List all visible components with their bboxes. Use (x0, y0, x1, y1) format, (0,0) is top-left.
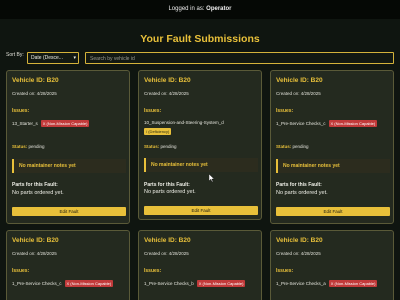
issue-name: 1_Pre-Service Checks_b (144, 281, 194, 286)
issue-name: 10_Suspension-and-Steering-System_d (144, 120, 224, 125)
issue-row: 13_Starter_s X (Non-Mission Capable) (12, 120, 90, 127)
parts-value: No parts ordered yet. (12, 190, 64, 196)
issues-heading: Issues: (12, 268, 30, 274)
edit-fault-button[interactable]: Edit Fault (144, 206, 258, 215)
vehicle-id: Vehicle ID: B20 (276, 77, 323, 84)
created-date: Created on: 4/28/2025 (12, 251, 57, 256)
edit-fault-button[interactable]: Edit Fault (12, 207, 126, 216)
maintainer-notes: No maintainer notes yet (144, 158, 258, 172)
parts-value: No parts ordered yet. (276, 190, 328, 196)
parts-heading: Parts for this Fault: (12, 182, 58, 188)
issues-heading: Issues: (12, 108, 30, 114)
issues-heading: Issues: (276, 268, 294, 274)
parts-heading: Parts for this Fault: (276, 182, 322, 188)
issues-heading: Issues: (144, 108, 162, 114)
status-label: Status: (144, 144, 160, 149)
status-value: pending (292, 144, 309, 149)
sort-label: Sort By: (6, 52, 24, 58)
issue-row: 1_Pre-Service Checks_c X (Non-Mission Ca… (12, 280, 114, 287)
issue-row: 10_Suspension-and-Steering-System_d (144, 120, 224, 125)
created-date: Created on: 4/28/2025 (12, 91, 57, 96)
fault-card: Vehicle ID: B20 Created on: 4/28/2025 Is… (270, 70, 394, 224)
sort-select[interactable]: Date (Desce... ▾ (27, 52, 79, 64)
issue-name: 1_Pre-Service Checks_c (12, 281, 62, 286)
status-value: pending (160, 144, 177, 149)
vehicle-id: Vehicle ID: B20 (144, 77, 191, 84)
issues-heading: Issues: (276, 108, 294, 114)
status-badge: X (Non-Mission Capable) (328, 120, 378, 127)
fault-card: Vehicle ID: B20 Created on: 4/28/2025 Is… (6, 230, 130, 300)
status-badge: X (Non-Mission Capable) (328, 280, 378, 287)
status-badge: / (Deficiency) (144, 128, 172, 135)
created-date: Created on: 4/28/2025 (144, 251, 189, 256)
search-input[interactable]: Search by vehicle id (85, 52, 394, 64)
mouse-cursor-icon (209, 174, 215, 182)
sort-select-value: Date (Desce... (31, 55, 63, 61)
status-value: pending (28, 144, 45, 149)
logged-in-prefix: Logged in as: (168, 6, 207, 12)
fault-card: Vehicle ID: B20 Created on: 4/28/2025 Is… (6, 70, 130, 224)
parts-heading: Parts for this Fault: (144, 182, 190, 188)
fault-card: Vehicle ID: B20 Created on: 4/28/2025 Is… (138, 230, 262, 300)
status-label: Status: (276, 144, 292, 149)
edit-fault-button[interactable]: Edit Fault (276, 207, 390, 216)
issue-name: 13_Starter_s (12, 121, 38, 126)
fault-card: Vehicle ID: B20 Created on: 4/28/2025 Is… (138, 70, 262, 220)
created-date: Created on: 4/28/2025 (276, 91, 321, 96)
vehicle-id: Vehicle ID: B20 (12, 237, 59, 244)
issue-row: 1_Pre-Service Checks_b X (Non-Mission Ca… (144, 280, 246, 287)
vehicle-id: Vehicle ID: B20 (12, 77, 59, 84)
status-line: Status: pending (144, 144, 177, 149)
issue-name: 1_Pre-Service Checks_c (276, 121, 326, 126)
maintainer-notes: No maintainer notes yet (276, 159, 390, 173)
issues-heading: Issues: (144, 268, 162, 274)
created-date: Created on: 4/28/2025 (144, 91, 189, 96)
issue-name: 1_Pre-Service Checks_a (276, 281, 326, 286)
page-title: Your Fault Submissions (140, 33, 260, 45)
issue-row: 1_Pre-Service Checks_a X (Non-Mission Ca… (276, 280, 378, 287)
status-label: Status: (12, 144, 28, 149)
status-line: Status: pending (276, 144, 309, 149)
parts-value: No parts ordered yet. (144, 189, 196, 195)
fault-card: Vehicle ID: B20 Created on: 4/28/2025 Is… (270, 230, 394, 300)
top-bar: Logged in as: Operator (0, 0, 400, 19)
status-badge: X (Non-Mission Capable) (64, 280, 114, 287)
chevron-down-icon: ▾ (73, 55, 76, 61)
vehicle-id: Vehicle ID: B20 (276, 237, 323, 244)
maintainer-notes: No maintainer notes yet (12, 159, 126, 173)
status-line: Status: pending (12, 144, 45, 149)
vehicle-id: Vehicle ID: B20 (144, 237, 191, 244)
logged-in-user: Operator (206, 6, 232, 12)
created-date: Created on: 4/28/2025 (276, 251, 321, 256)
status-badge: X (Non-Mission Capable) (196, 280, 246, 287)
status-badge: X (Non-Mission Capable) (40, 120, 90, 127)
issue-row: 1_Pre-Service Checks_c X (Non-Mission Ca… (276, 120, 378, 127)
